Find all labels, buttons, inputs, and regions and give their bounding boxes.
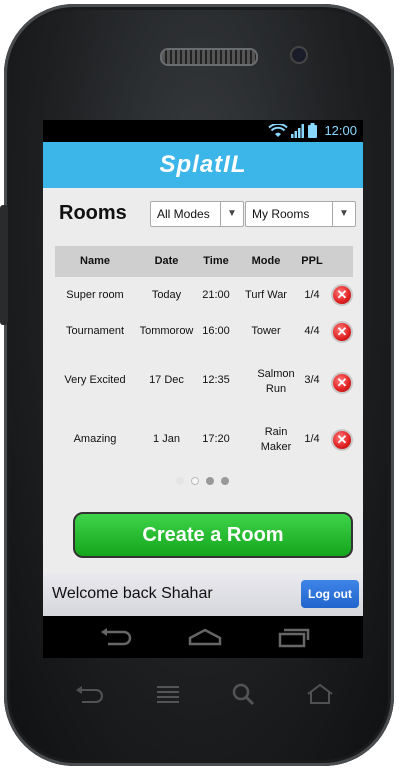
room-date: 17 Dec <box>149 374 184 386</box>
status-bar: 12:00 <box>43 120 363 142</box>
app-bar: SplatIL <box>43 142 363 188</box>
signal-icon <box>291 124 304 138</box>
page-dot-current[interactable] <box>191 477 199 485</box>
home-icon[interactable] <box>188 626 222 648</box>
hardware-menu-icon <box>157 686 179 703</box>
delete-room-button[interactable]: ✕ <box>331 284 353 306</box>
logout-button[interactable]: Log out <box>301 580 359 608</box>
battery-icon <box>308 123 317 138</box>
room-ppl: 1/4 <box>304 433 320 445</box>
table-header: Name Date Time Mode PPL <box>55 246 353 277</box>
pagination-dots <box>176 477 229 485</box>
wifi-icon <box>268 124 288 137</box>
system-nav-bar <box>43 616 363 658</box>
delete-x-icon: ✕ <box>336 432 348 447</box>
table-row[interactable]: Amazing 1 Jan 17:20 Rain Maker 1/4 <box>55 416 353 472</box>
room-time: 16:00 <box>202 325 230 337</box>
rooms-panel: Rooms All Modes ▼ My Rooms ▼ Name Date T… <box>43 188 363 573</box>
hardware-back-icon <box>76 686 103 703</box>
back-icon[interactable] <box>98 626 132 648</box>
delete-room-button[interactable]: ✕ <box>331 429 353 451</box>
room-name: Amazing <box>73 433 117 445</box>
column-header-time: Time <box>203 255 229 267</box>
app-title: SplatIL <box>159 151 247 178</box>
mode-filter-select[interactable]: All Modes ▼ <box>150 201 244 227</box>
rooms-title: Rooms <box>59 202 127 224</box>
mode-filter-value: All Modes <box>157 207 210 221</box>
screen: 12:00 SplatIL Rooms All Modes ▼ My Rooms… <box>43 120 363 658</box>
delete-x-icon: ✕ <box>336 375 348 390</box>
table-row[interactable]: Tournament Tommorow 16:00 Tower 4/4 <box>55 313 353 351</box>
recent-apps-icon[interactable] <box>278 626 312 648</box>
hardware-buttons <box>72 682 342 706</box>
delete-room-button[interactable]: ✕ <box>331 321 353 343</box>
hardware-home-icon <box>307 683 333 704</box>
room-ppl: 3/4 <box>304 374 320 386</box>
volume-button <box>0 205 8 325</box>
delete-x-icon: ✕ <box>336 324 348 339</box>
owner-filter-select[interactable]: My Rooms ▼ <box>245 201 356 227</box>
column-header-ppl: PPL <box>301 255 323 267</box>
speaker-grille <box>160 48 258 66</box>
room-mode: Rain Maker <box>260 426 292 453</box>
create-room-button[interactable]: Create a Room <box>73 512 353 558</box>
chevron-down-icon: ▼ <box>332 202 355 226</box>
status-icons <box>268 123 317 138</box>
room-name: Tournament <box>65 325 125 337</box>
room-mode: Salmon Run <box>257 368 295 395</box>
page-dot[interactable] <box>221 477 229 485</box>
table-row[interactable]: Very Excited 17 Dec 12:35 Salmon Run 3/4 <box>55 356 353 414</box>
column-header-mode: Mode <box>251 255 281 267</box>
status-time: 12:00 <box>324 123 357 138</box>
delete-room-button[interactable]: ✕ <box>331 372 353 394</box>
table-row[interactable]: Super room Today 21:00 Turf War 1/4 <box>55 277 353 313</box>
room-date: Today <box>151 289 182 301</box>
chevron-down-icon: ▼ <box>220 202 243 226</box>
page-dot[interactable] <box>176 477 184 485</box>
owner-filter-value: My Rooms <box>252 207 310 221</box>
delete-x-icon: ✕ <box>336 287 348 302</box>
page-dot[interactable] <box>206 477 214 485</box>
hardware-search-icon <box>232 683 255 706</box>
room-date: Tommorow <box>139 325 194 337</box>
welcome-message: Welcome back Shahar <box>52 585 213 602</box>
column-header-name: Name <box>80 255 110 267</box>
room-ppl: 4/4 <box>304 325 320 337</box>
room-mode: Turf War <box>245 289 287 301</box>
room-date: 1 Jan <box>153 433 180 445</box>
room-ppl: 1/4 <box>304 289 320 301</box>
column-header-date: Date <box>154 255 179 267</box>
room-mode: Tower <box>251 325 281 337</box>
room-time: 21:00 <box>202 289 230 301</box>
footer-bar: Welcome back Shahar Log out <box>43 573 363 616</box>
front-camera <box>290 46 308 64</box>
room-time: 12:35 <box>202 374 230 386</box>
room-time: 17:20 <box>202 433 230 445</box>
room-name: Super room <box>66 289 124 301</box>
room-name: Very Excited <box>64 374 126 386</box>
